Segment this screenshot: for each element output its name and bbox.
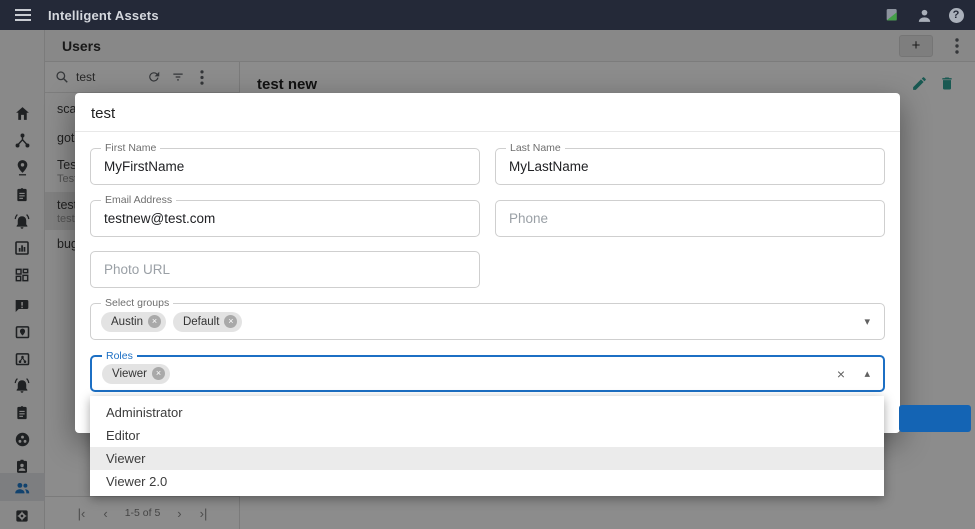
dropdown-option[interactable]: Administrator: [90, 401, 884, 424]
edit-user-dialog: test First Name Last Name Email Address …: [75, 93, 900, 433]
group-chip[interactable]: Austin ×: [101, 312, 166, 332]
account-icon[interactable]: [911, 2, 937, 28]
dropdown-option[interactable]: Editor: [90, 424, 884, 447]
phone-field: [495, 200, 885, 237]
roles-collapse-icon[interactable]: ▴: [864, 357, 870, 390]
roles-field[interactable]: Roles Viewer × × ▴: [90, 355, 885, 392]
group-chip[interactable]: Default ×: [173, 312, 242, 332]
dropdown-option[interactable]: Viewer 2.0: [90, 470, 884, 493]
app-bar: Intelligent Assets ?: [0, 0, 975, 30]
chip-remove-icon[interactable]: ×: [148, 315, 161, 328]
photo-url-input[interactable]: [91, 252, 479, 287]
help-icon[interactable]: ?: [943, 2, 969, 28]
roles-clear-icon[interactable]: ×: [837, 357, 845, 390]
first-name-field: First Name: [90, 148, 480, 185]
dialog-title: test: [91, 105, 115, 122]
menu-icon[interactable]: [8, 0, 38, 30]
chip-remove-icon[interactable]: ×: [224, 315, 237, 328]
last-name-field: Last Name: [495, 148, 885, 185]
release-notes-icon[interactable]: [879, 2, 905, 28]
save-button[interactable]: [899, 405, 971, 432]
chip-remove-icon[interactable]: ×: [152, 367, 165, 380]
dropdown-option-highlighted[interactable]: Viewer: [90, 447, 884, 470]
groups-expand-icon[interactable]: ▾: [864, 304, 870, 339]
email-field: Email Address: [90, 200, 480, 237]
roles-dropdown: Administrator Editor Viewer Viewer 2.0: [90, 396, 884, 496]
dialog-divider: [75, 131, 900, 132]
app-screen: Intelligent Assets ? ?: [0, 0, 975, 529]
photo-url-field: [90, 251, 480, 288]
role-chip[interactable]: Viewer ×: [102, 364, 170, 384]
phone-input[interactable]: [496, 201, 884, 236]
app-title: Intelligent Assets: [48, 8, 159, 23]
groups-field[interactable]: Select groups Austin × Default × ▾: [90, 303, 885, 340]
